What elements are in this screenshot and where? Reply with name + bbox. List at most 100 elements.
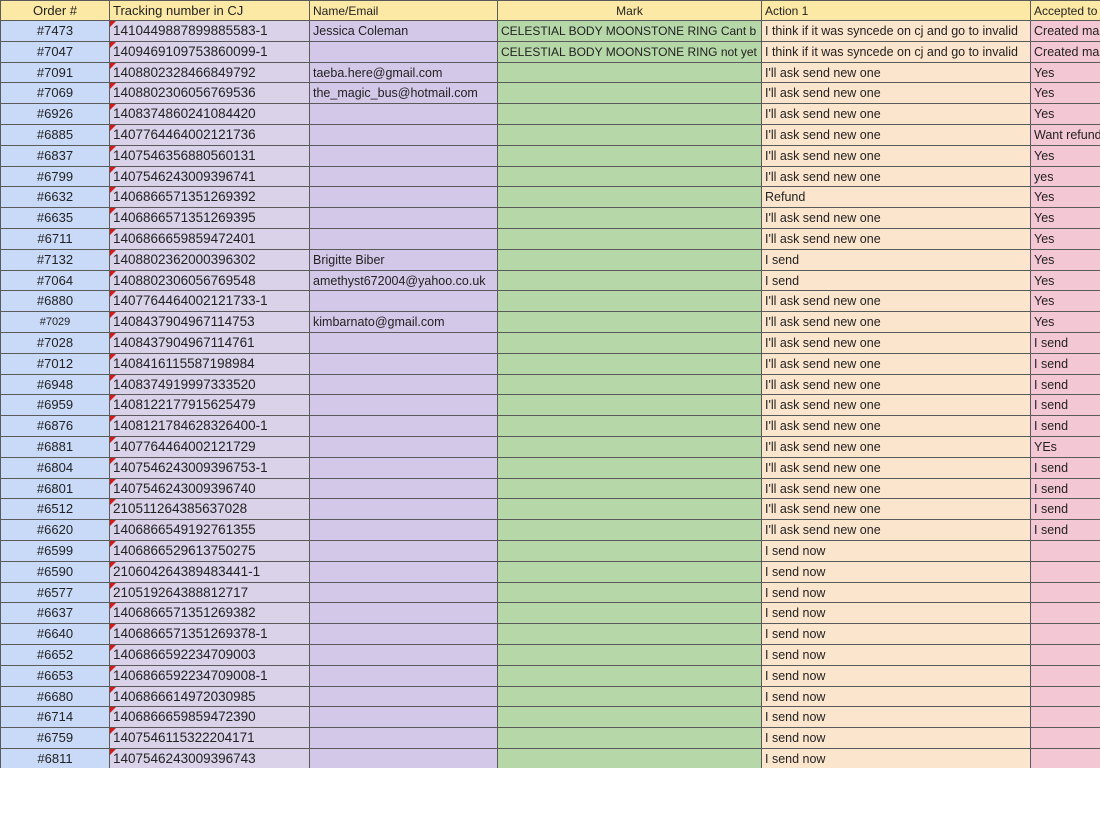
action-cell[interactable]: I'll ask send new one (762, 457, 1031, 479)
order-cell[interactable]: #7132 (0, 249, 110, 271)
order-cell[interactable]: #7069 (0, 83, 110, 105)
name-email-cell[interactable] (310, 353, 498, 375)
name-email-cell[interactable] (310, 374, 498, 396)
tracking-cell[interactable]: 1406866571351269392 (110, 187, 310, 209)
mark-cell[interactable] (498, 62, 762, 84)
name-email-cell[interactable] (310, 540, 498, 562)
name-email-cell[interactable] (310, 686, 498, 708)
action-cell[interactable]: I think if it was syncede on cj and go t… (762, 21, 1031, 42)
action-cell[interactable]: I'll ask send new one (762, 124, 1031, 146)
accepted-cell[interactable] (1031, 582, 1100, 604)
name-email-cell[interactable]: the_magic_bus@hotmail.com (310, 83, 498, 105)
order-cell[interactable]: #6632 (0, 187, 110, 209)
order-cell[interactable]: #6804 (0, 457, 110, 479)
name-email-cell[interactable] (310, 624, 498, 645)
mark-cell[interactable] (498, 353, 762, 375)
order-cell[interactable]: #6512 (0, 499, 110, 521)
name-email-cell[interactable]: kimbarnato@gmail.com (310, 312, 498, 333)
order-cell[interactable]: #6653 (0, 665, 110, 687)
order-cell[interactable]: #6801 (0, 478, 110, 500)
tracking-cell[interactable]: 1408374860241084420 (110, 104, 310, 125)
mark-cell[interactable] (498, 520, 762, 541)
action-cell[interactable]: I send now (762, 728, 1031, 749)
action-cell[interactable]: I'll ask send new one (762, 291, 1031, 313)
action-cell[interactable]: I'll ask send new one (762, 436, 1031, 458)
mark-cell[interactable] (498, 561, 762, 583)
name-email-cell[interactable] (310, 187, 498, 209)
tracking-cell[interactable]: 1406866549192761355 (110, 520, 310, 541)
header-accepted[interactable]: Accepted to (1031, 0, 1100, 21)
order-cell[interactable]: #6637 (0, 603, 110, 625)
order-cell[interactable]: #6811 (0, 748, 110, 768)
action-cell[interactable]: I send (762, 249, 1031, 271)
accepted-cell[interactable] (1031, 561, 1100, 583)
mark-cell[interactable] (498, 104, 762, 125)
accepted-cell[interactable] (1031, 728, 1100, 749)
accepted-cell[interactable]: Created ma (1031, 41, 1100, 63)
tracking-cell[interactable]: 1407546243009396753-1 (110, 457, 310, 479)
action-cell[interactable]: I send now (762, 686, 1031, 708)
tracking-cell[interactable]: 1408802306056769548 (110, 270, 310, 292)
tracking-cell[interactable]: 1408121784628326400-1 (110, 416, 310, 437)
order-cell[interactable]: #6837 (0, 145, 110, 167)
action-cell[interactable]: I'll ask send new one (762, 208, 1031, 229)
accepted-cell[interactable]: Yes (1031, 62, 1100, 84)
accepted-cell[interactable]: I send (1031, 332, 1100, 354)
accepted-cell[interactable] (1031, 686, 1100, 708)
order-cell[interactable]: #7047 (0, 41, 110, 63)
tracking-cell[interactable]: 1407764464002121729 (110, 436, 310, 458)
order-cell[interactable]: #7029 (0, 312, 110, 333)
name-email-cell[interactable] (310, 728, 498, 749)
order-cell[interactable]: #7473 (0, 21, 110, 42)
name-email-cell[interactable] (310, 603, 498, 625)
name-email-cell[interactable] (310, 208, 498, 229)
mark-cell[interactable] (498, 457, 762, 479)
order-cell[interactable]: #6652 (0, 644, 110, 666)
tracking-cell[interactable]: 1408802362000396302 (110, 249, 310, 271)
tracking-cell[interactable]: 1406866659859472401 (110, 228, 310, 250)
order-cell[interactable]: #6759 (0, 728, 110, 749)
name-email-cell[interactable]: Brigitte Biber (310, 249, 498, 271)
tracking-cell[interactable]: 1406866571351269382 (110, 603, 310, 625)
mark-cell[interactable] (498, 644, 762, 666)
mark-cell[interactable] (498, 374, 762, 396)
action-cell[interactable]: I send now (762, 540, 1031, 562)
mark-cell[interactable] (498, 395, 762, 417)
order-cell[interactable]: #6620 (0, 520, 110, 541)
action-cell[interactable]: I send now (762, 707, 1031, 729)
name-email-cell[interactable] (310, 665, 498, 687)
action-cell[interactable]: Refund (762, 187, 1031, 209)
accepted-cell[interactable]: Yes (1031, 312, 1100, 333)
accepted-cell[interactable] (1031, 603, 1100, 625)
mark-cell[interactable] (498, 249, 762, 271)
accepted-cell[interactable]: I send (1031, 353, 1100, 375)
mark-cell[interactable] (498, 582, 762, 604)
name-email-cell[interactable] (310, 457, 498, 479)
order-cell[interactable]: #6640 (0, 624, 110, 645)
action-cell[interactable]: I send now (762, 561, 1031, 583)
name-email-cell[interactable] (310, 41, 498, 63)
order-cell[interactable]: #7091 (0, 62, 110, 84)
action-cell[interactable]: I'll ask send new one (762, 353, 1031, 375)
tracking-cell[interactable]: 1410449887899885583-1 (110, 21, 310, 42)
order-cell[interactable]: #6885 (0, 124, 110, 146)
order-cell[interactable]: #6599 (0, 540, 110, 562)
header-name-email[interactable]: Name/Email (310, 0, 498, 21)
tracking-cell[interactable]: 1406866571351269395 (110, 208, 310, 229)
name-email-cell[interactable] (310, 707, 498, 729)
action-cell[interactable]: I'll ask send new one (762, 166, 1031, 188)
accepted-cell[interactable]: Created ma (1031, 21, 1100, 42)
mark-cell[interactable] (498, 124, 762, 146)
name-email-cell[interactable] (310, 145, 498, 167)
tracking-cell[interactable]: 1407546356880560131 (110, 145, 310, 167)
order-cell[interactable]: #6948 (0, 374, 110, 396)
accepted-cell[interactable]: I send (1031, 499, 1100, 521)
mark-cell[interactable] (498, 187, 762, 209)
mark-cell[interactable] (498, 145, 762, 167)
accepted-cell[interactable] (1031, 748, 1100, 768)
mark-cell[interactable] (498, 312, 762, 333)
mark-cell[interactable] (498, 707, 762, 729)
accepted-cell[interactable]: yes (1031, 166, 1100, 188)
tracking-cell[interactable]: 1407546243009396743 (110, 748, 310, 768)
tracking-cell[interactable]: 1408437904967114761 (110, 332, 310, 354)
